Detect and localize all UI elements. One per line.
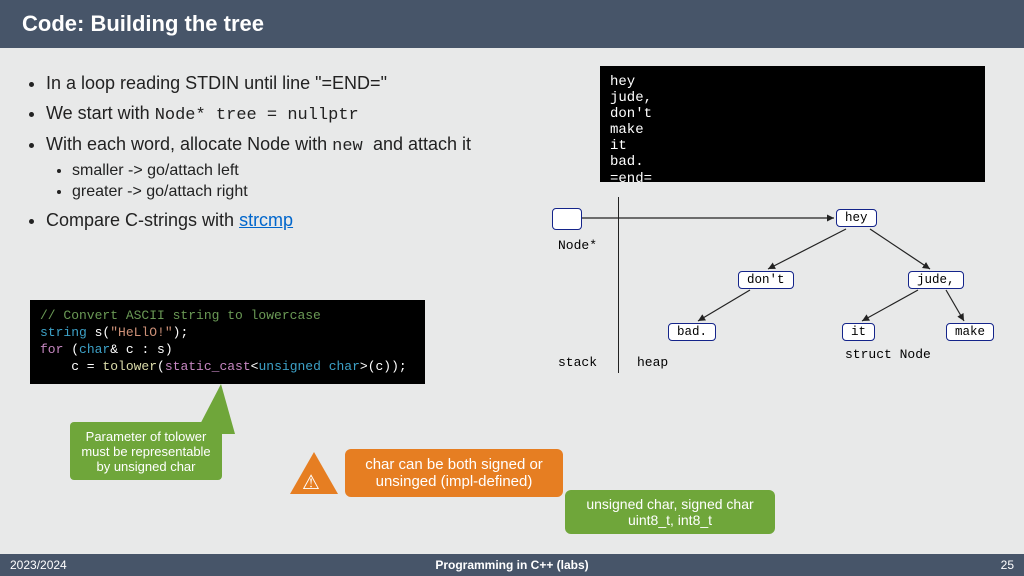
label-nodeptr: Node* (558, 238, 597, 253)
strcmp-link[interactable]: strcmp (239, 210, 293, 230)
bullet-2: We start with Node* tree = nullptr (46, 103, 558, 125)
stack-pointer-box (552, 208, 582, 230)
callout-tolower: Parameter of tolower must be representab… (70, 422, 222, 480)
node-bad: bad. (668, 323, 716, 341)
bullet-3a: smaller -> go/attach left (72, 162, 558, 180)
callout-types: unsigned char, signed char uint8_t, int8… (565, 490, 775, 534)
bullet-3b: greater -> go/attach right (72, 183, 558, 201)
bullet-3: With each word, allocate Node with new a… (46, 134, 558, 201)
stack-heap-divider (618, 197, 619, 373)
page-title: Code: Building the tree (22, 11, 264, 37)
label-stack: stack (558, 355, 597, 370)
footer-title: Programming in C++ (labs) (0, 558, 1024, 572)
terminal-output: hey jude, don't make it bad. =end= (600, 66, 985, 182)
slide-header: Code: Building the tree (0, 0, 1024, 48)
footer-year: 2023/2024 (10, 558, 67, 572)
node-it: it (842, 323, 875, 341)
footer-page: 25 (1001, 558, 1014, 572)
bullet-1: In a loop reading STDIN until line "=END… (46, 73, 558, 94)
bullet-list: In a loop reading STDIN until line "=END… (28, 73, 558, 240)
node-jude: jude, (908, 271, 964, 289)
label-struct: struct Node (845, 347, 931, 362)
warning-glyph: ⚠ (302, 470, 320, 495)
bullet-4: Compare C-strings with strcmp (46, 210, 558, 231)
node-make: make (946, 323, 994, 341)
label-heap: heap (637, 355, 668, 370)
node-hey: hey (836, 209, 877, 227)
callout-char-signed: char can be both signed or unsinged (imp… (345, 449, 563, 497)
slide-footer: 2023/2024 Programming in C++ (labs) 25 (0, 554, 1024, 576)
tree-diagram: Node* stack heap struct Node hey don't j… (550, 193, 990, 373)
code-snippet: // Convert ASCII string to lowercase str… (30, 300, 425, 384)
node-dont: don't (738, 271, 794, 289)
